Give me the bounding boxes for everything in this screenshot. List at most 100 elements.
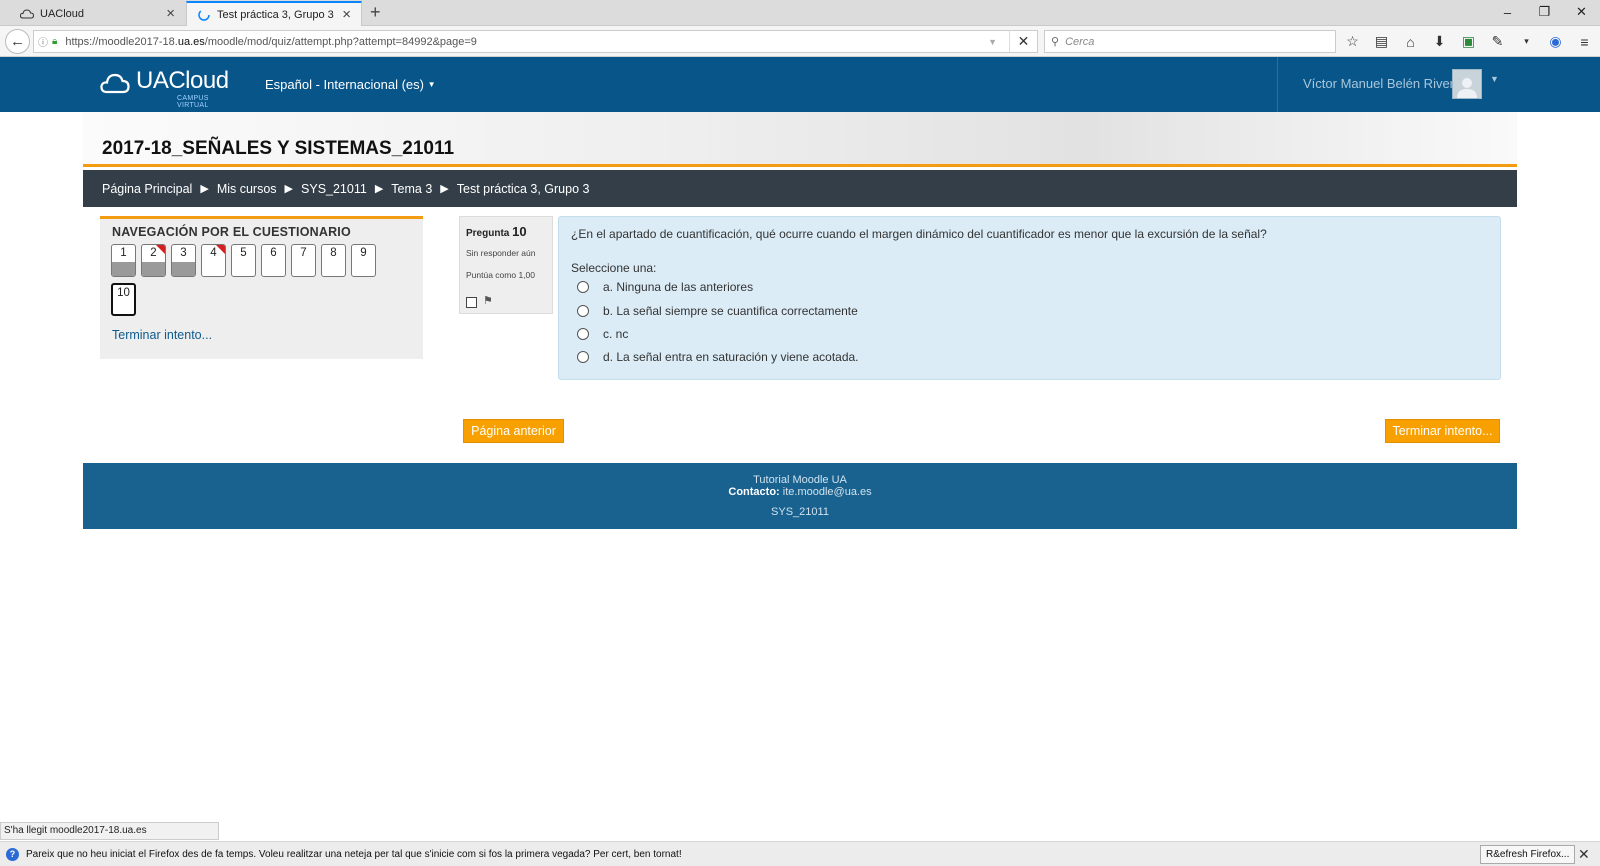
user-name: Víctor Manuel Belén Rivera	[1303, 76, 1462, 91]
back-arrow-icon[interactable]: ←	[5, 29, 30, 54]
window-controls: – ❐ ✕	[1489, 0, 1600, 24]
radio-button[interactable]	[577, 281, 589, 293]
radio-button[interactable]	[577, 328, 589, 340]
question-grade: Puntúa como 1,00	[466, 270, 535, 280]
breadcrumb: Página Principal ▶ Mis cursos ▶ SYS_2101…	[83, 170, 1517, 207]
answer-prompt: Seleccione una:	[571, 261, 657, 275]
extension-icon[interactable]: ▣	[1458, 31, 1479, 52]
language-menu[interactable]: Español - Internacional (es) ▼	[265, 77, 436, 92]
footer-tutorial-link[interactable]: Tutorial Moodle UA	[83, 474, 1517, 486]
lock-icon: 🔒︎	[52, 36, 58, 47]
question-icon: ?	[6, 847, 19, 861]
caret-down-icon: ▼	[427, 80, 436, 89]
footer-contact: Contacto: ite.moodle@ua.es	[728, 486, 872, 498]
question-content: ¿En el apartado de cuantificación, qué o…	[558, 216, 1501, 380]
breadcrumb-item-quiz[interactable]: Test práctica 3, Grupo 3	[457, 182, 590, 196]
reading-list-icon[interactable]: ▤	[1371, 31, 1392, 52]
answer-option-b[interactable]: b. La señal siempre se cuantifica correc…	[577, 304, 858, 318]
breadcrumb-item-topic[interactable]: Tema 3	[391, 182, 432, 196]
status-text: S'ha llegit moodle2017-18.ua.es	[0, 822, 219, 840]
flag-checkbox[interactable]	[466, 297, 477, 308]
loading-icon	[197, 8, 211, 22]
refresh-firefox-button[interactable]: R&efresh Firefox...	[1480, 845, 1576, 864]
question-nav-button[interactable]: 2	[141, 244, 166, 277]
breadcrumb-separator-icon: ▶	[284, 183, 294, 195]
breadcrumb-separator-icon: ▶	[440, 183, 449, 195]
question-nav-button[interactable]: 4	[201, 244, 226, 277]
stop-icon[interactable]: ✕	[1009, 31, 1037, 52]
restore-icon[interactable]: ❐	[1526, 0, 1563, 24]
quiz-navigation-block: NAVEGACIÓN POR EL CUESTIONARIO 1 2 3 4 5…	[100, 216, 423, 359]
radio-button[interactable]	[577, 351, 589, 363]
question-info: Pregunta 10 Sin responder aún Puntúa com…	[459, 216, 553, 314]
sync-icon[interactable]: ◉	[1545, 31, 1566, 52]
finish-attempt-button[interactable]: Terminar intento...	[1385, 419, 1500, 443]
question-nav-button-current[interactable]: 10	[111, 283, 136, 316]
avatar[interactable]	[1452, 69, 1482, 99]
question-nav-button[interactable]: 6	[261, 244, 286, 277]
notice-text: Pareix que no heu iniciat el Firefox des…	[26, 848, 682, 860]
footer-course-code: SYS_21011	[771, 506, 829, 518]
browser-navbar: ← ⓘ 🔒︎ https://moodle2017-18.ua.es/moodl…	[0, 26, 1600, 57]
question-nav-button[interactable]: 3	[171, 244, 196, 277]
new-tab-icon[interactable]: +	[370, 2, 381, 23]
question-nav-button[interactable]: 7	[291, 244, 316, 277]
user-menu[interactable]: Víctor Manuel Belén Rivera ▼	[1277, 57, 1600, 112]
close-icon[interactable]: ×	[166, 6, 175, 21]
url-bar[interactable]: ⓘ 🔒︎ https://moodle2017-18.ua.es/moodle/…	[33, 30, 1038, 53]
chevron-down-icon[interactable]: ▾	[1516, 31, 1537, 52]
search-icon: ⚲	[1051, 36, 1060, 48]
uacloud-logo[interactable]: UACloud CAMPUS VIRTUAL	[100, 67, 229, 109]
question-number: Pregunta 10	[466, 224, 527, 239]
browser-toolbar: ☆ ▤ ⌂ ⬇ ▣ ✎ ▾ ◉ ≡	[1342, 31, 1595, 52]
contact-email-link[interactable]: ite.moodle@ua.es	[783, 486, 872, 498]
tab-label: Test práctica 3, Grupo 3	[217, 8, 334, 21]
question-nav-button[interactable]: 9	[351, 244, 376, 277]
flag-icon[interactable]: ⚑	[483, 294, 493, 307]
close-icon[interactable]: ×	[342, 7, 351, 22]
download-icon[interactable]: ⬇	[1429, 31, 1450, 52]
browser-tab-quiz[interactable]: Test práctica 3, Grupo 3 ×	[186, 1, 362, 26]
menu-icon[interactable]: ≡	[1574, 31, 1595, 52]
notification-bar: ? Pareix que no heu iniciat el Firefox d…	[0, 841, 1600, 866]
logo-text: UACloud	[136, 67, 229, 94]
minimize-icon[interactable]: –	[1489, 0, 1526, 24]
dropdown-icon[interactable]: ▼	[988, 37, 997, 47]
radio-button[interactable]	[577, 305, 589, 317]
site-header: UACloud CAMPUS VIRTUAL Español - Interna…	[0, 57, 1600, 112]
finish-attempt-link[interactable]: Terminar intento...	[112, 328, 212, 342]
page-footer: Tutorial Moodle UA Contacto: ite.moodle@…	[83, 463, 1517, 529]
close-icon[interactable]: ✕	[1578, 846, 1590, 863]
url-text: https://moodle2017-18.ua.es/moodle/mod/q…	[65, 35, 477, 48]
browser-tabbar: UACloud × Test práctica 3, Grupo 3 × + –…	[0, 0, 1600, 26]
page-title: 2017-18_SEÑALES Y SISTEMAS_21011	[102, 138, 455, 159]
tab-label: UACloud	[40, 7, 85, 20]
caret-down-icon[interactable]: ▼	[1490, 74, 1499, 84]
cloud-icon	[20, 7, 34, 21]
window-close-icon[interactable]: ✕	[1563, 0, 1600, 24]
question-nav-button[interactable]: 5	[231, 244, 256, 277]
course-header: 2017-18_SEÑALES Y SISTEMAS_21011	[83, 112, 1517, 167]
breadcrumb-item-course[interactable]: SYS_21011	[301, 182, 367, 196]
breadcrumb-separator-icon: ▶	[374, 183, 384, 195]
question-nav-button[interactable]: 8	[321, 244, 346, 277]
breadcrumb-separator-icon: ▶	[200, 183, 209, 195]
breadcrumb-item-home[interactable]: Página Principal	[102, 182, 192, 196]
cloud-logo-icon	[100, 73, 130, 94]
search-input[interactable]: ⚲ Cerca	[1044, 30, 1336, 53]
question-nav-button[interactable]: 1	[111, 244, 136, 277]
block-title: NAVEGACIÓN POR EL CUESTIONARIO	[112, 225, 351, 239]
answer-option-d[interactable]: d. La señal entra en saturación y viene …	[577, 350, 859, 364]
info-icon[interactable]: ⓘ	[38, 34, 48, 49]
breadcrumb-item-my-courses[interactable]: Mis cursos	[217, 182, 277, 196]
question-text: ¿En el apartado de cuantificación, qué o…	[571, 227, 1267, 241]
home-icon[interactable]: ⌂	[1400, 31, 1421, 52]
answer-option-c[interactable]: c. nc	[577, 327, 628, 341]
addon-icon[interactable]: ✎	[1487, 31, 1508, 52]
answer-option-a[interactable]: a. Ninguna de las anteriores	[577, 280, 753, 294]
browser-tab-uacloud[interactable]: UACloud ×	[10, 1, 185, 26]
previous-page-button[interactable]: Página anterior	[463, 419, 564, 443]
bookmark-star-icon[interactable]: ☆	[1342, 31, 1363, 52]
question-state: Sin responder aún	[466, 248, 536, 258]
logo-subtitle: CAMPUS VIRTUAL	[177, 95, 209, 109]
